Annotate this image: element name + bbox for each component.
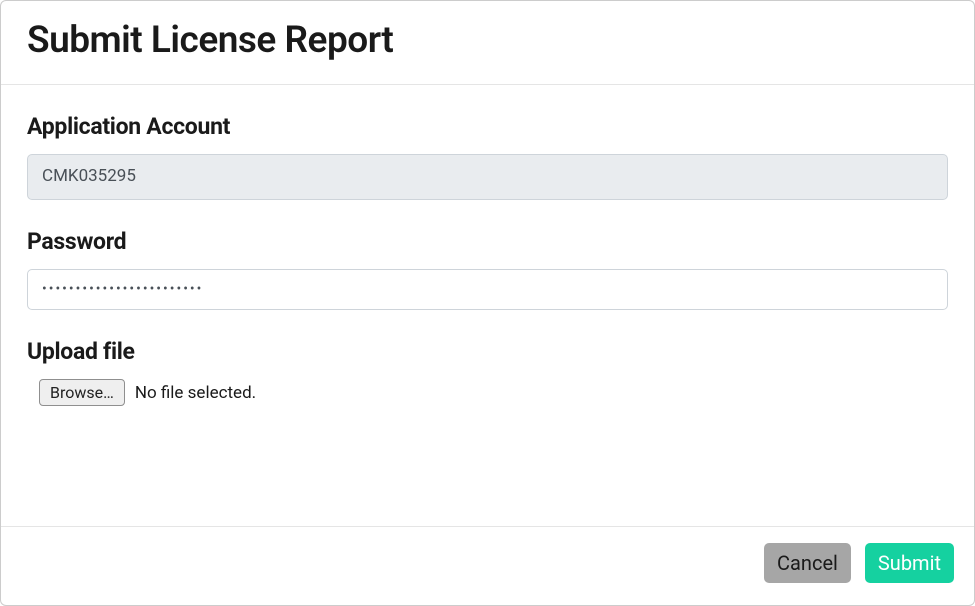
cancel-button[interactable]: Cancel [764, 543, 851, 583]
modal-header: Submit License Report [1, 1, 974, 85]
upload-group: Upload file Browse… No file selected. [27, 338, 948, 406]
account-label: Application Account [27, 113, 948, 140]
modal-body: Application Account Password Upload file… [1, 85, 974, 526]
account-input [27, 154, 948, 200]
modal-footer: Cancel Submit [1, 526, 974, 605]
password-label: Password [27, 228, 948, 255]
account-group: Application Account [27, 113, 948, 200]
file-row: Browse… No file selected. [27, 379, 948, 406]
modal-title: Submit License Report [27, 19, 948, 62]
file-status-text: No file selected. [135, 383, 256, 403]
upload-label: Upload file [27, 338, 948, 365]
browse-button[interactable]: Browse… [39, 379, 125, 406]
submit-license-report-modal: Submit License Report Application Accoun… [0, 0, 975, 606]
submit-button[interactable]: Submit [865, 543, 954, 583]
password-group: Password [27, 228, 948, 311]
password-input[interactable] [27, 269, 948, 311]
